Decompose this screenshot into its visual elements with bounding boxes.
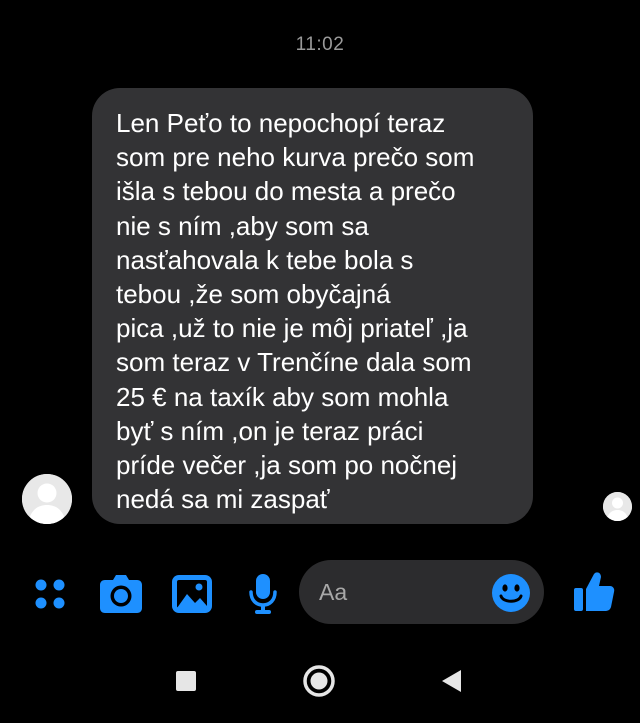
read-receipt-avatar (603, 492, 632, 521)
gallery-icon (172, 575, 212, 613)
menu-dots-button[interactable] (28, 572, 72, 616)
default-profile-icon (22, 474, 72, 524)
default-profile-icon (603, 492, 632, 521)
message-composer (0, 558, 640, 628)
home-icon (303, 665, 335, 697)
back-icon (442, 670, 461, 692)
message-bubble[interactable]: Len Peťo to nepochopí teraz som pre neho… (92, 88, 533, 524)
thumbs-up-button[interactable] (570, 568, 618, 616)
menu-dots-icon (35, 579, 65, 609)
emoji-icon (492, 574, 530, 612)
thumbs-up-icon (574, 572, 615, 611)
camera-button[interactable] (99, 572, 143, 616)
recent-apps-icon (176, 671, 196, 691)
message-input-container[interactable] (299, 560, 544, 624)
message-timestamp: 11:02 (295, 34, 345, 55)
system-navigation-bar (0, 650, 640, 710)
camera-icon (100, 575, 142, 613)
emoji-button[interactable] (491, 573, 531, 613)
gallery-button[interactable] (170, 572, 214, 616)
microphone-button[interactable] (241, 572, 285, 616)
recent-apps-button[interactable] (167, 662, 205, 700)
home-button[interactable] (300, 662, 338, 700)
message-input[interactable] (319, 560, 479, 624)
microphone-icon (249, 574, 277, 614)
message-text: Len Peťo to nepochopí teraz som pre neho… (116, 108, 475, 515)
sender-avatar[interactable] (22, 474, 72, 524)
back-button[interactable] (432, 662, 470, 700)
